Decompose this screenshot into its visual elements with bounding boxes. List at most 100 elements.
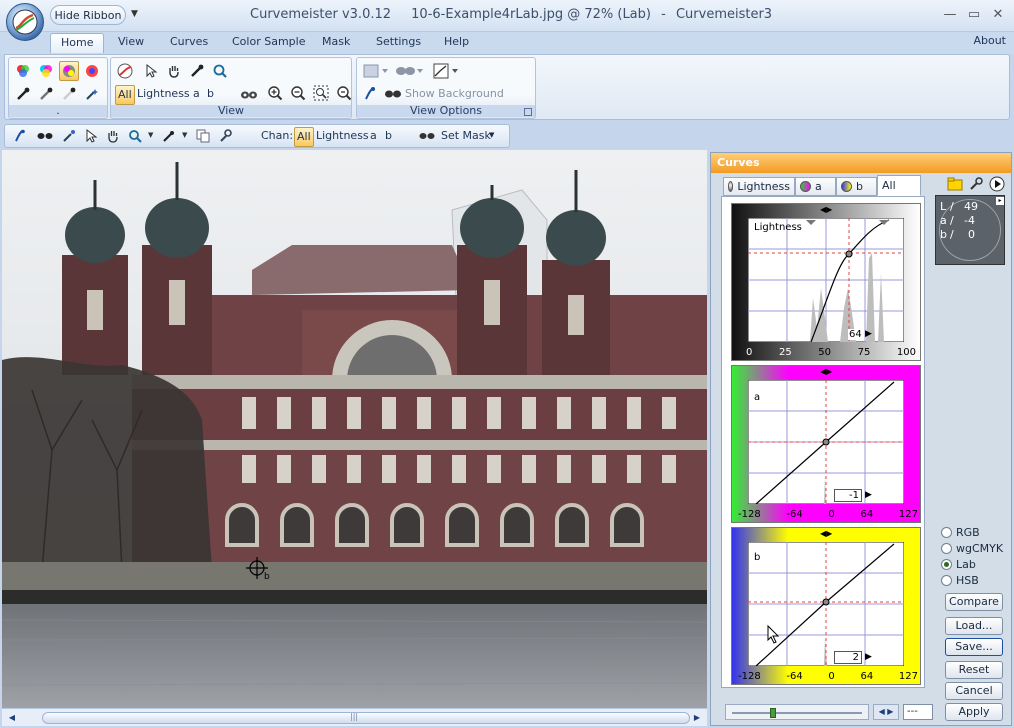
opacity-slider[interactable] bbox=[725, 704, 869, 720]
toolbar-channel-lightness[interactable]: Lightness bbox=[316, 127, 369, 145]
compare-button[interactable]: Compare bbox=[945, 593, 1003, 611]
view-channel-lightness[interactable]: Lightness bbox=[137, 85, 190, 103]
curve-tool-icon[interactable] bbox=[115, 61, 135, 81]
zoom-tool-icon-2[interactable] bbox=[125, 126, 145, 146]
step-arrows-icon[interactable]: ◀ ▶ bbox=[873, 704, 899, 720]
zoom-dropdown-icon[interactable]: ▼ bbox=[148, 131, 153, 139]
a-value-arrow-icon[interactable]: ▶ bbox=[865, 490, 872, 500]
a-top-slider-icon[interactable]: ◀▶ bbox=[820, 367, 832, 376]
curves-tab-lightness[interactable]: Lightness bbox=[723, 177, 795, 196]
curves-tab-b[interactable]: b bbox=[836, 177, 877, 196]
dialog-launcher-icon[interactable] bbox=[524, 108, 532, 116]
zoom-in-icon[interactable] bbox=[265, 83, 285, 103]
eyedropper-gray-icon[interactable] bbox=[36, 84, 56, 104]
copy-icon[interactable] bbox=[193, 126, 213, 146]
mask-icon[interactable] bbox=[35, 126, 55, 146]
save-button[interactable]: Save... bbox=[945, 638, 1003, 656]
about-link[interactable]: About bbox=[973, 34, 1006, 47]
apply-button[interactable]: Apply bbox=[945, 703, 1003, 721]
step-field[interactable]: --- bbox=[903, 704, 933, 720]
toolbar-channel-a[interactable]: a bbox=[370, 127, 377, 145]
image-canvas[interactable]: b bbox=[2, 150, 707, 708]
set-mask-dropdown-icon[interactable]: ▼ bbox=[489, 131, 494, 139]
eyedropper-black-icon[interactable] bbox=[13, 84, 33, 104]
scroll-right-icon[interactable]: ▶ bbox=[690, 711, 704, 725]
scroll-left-icon[interactable]: ◀ bbox=[5, 711, 19, 725]
a-value[interactable]: -1 bbox=[834, 489, 862, 502]
set-mask-icon[interactable] bbox=[417, 126, 437, 146]
cmyk-channels-icon[interactable] bbox=[36, 61, 56, 81]
lab-channels-icon[interactable] bbox=[59, 61, 79, 81]
auto-adjust-icon[interactable] bbox=[82, 84, 102, 104]
lightness-value-arrow-icon[interactable]: ▶ bbox=[865, 329, 872, 339]
zoom-tool-icon[interactable] bbox=[210, 61, 230, 81]
close-button[interactable]: ✕ bbox=[988, 6, 1008, 24]
tab-help[interactable]: Help bbox=[434, 33, 479, 53]
radio-rgb[interactable]: RGB bbox=[941, 525, 980, 539]
toolbar-channel-all[interactable]: All bbox=[294, 127, 314, 147]
set-mask-button[interactable]: Set Mask bbox=[441, 127, 491, 145]
zoom-actual-icon[interactable] bbox=[334, 83, 354, 103]
lightness-value[interactable]: 64 bbox=[848, 329, 863, 340]
radio-wgcmyk[interactable]: wgCMYK bbox=[941, 541, 1003, 555]
eyedropper-dropdown-icon[interactable]: ▼ bbox=[182, 131, 187, 139]
tab-curves[interactable]: Curves bbox=[160, 33, 218, 53]
radio-hsb[interactable]: HSB bbox=[941, 573, 979, 587]
b-value-arrow-icon[interactable]: ▶ bbox=[865, 652, 872, 662]
mask-view-icon[interactable] bbox=[239, 85, 259, 105]
horizontal-scrollbar[interactable]: ◀ ||| ▶ bbox=[2, 708, 707, 726]
hide-ribbon-button[interactable]: Hide Ribbon bbox=[50, 5, 126, 25]
tab-view[interactable]: View bbox=[108, 33, 154, 53]
tab-home[interactable]: Home bbox=[50, 33, 105, 53]
quick-access-dropdown-icon[interactable]: ▼ bbox=[131, 9, 138, 19]
lightness-top-slider-icon[interactable]: ◀▶ bbox=[820, 205, 832, 214]
radio-lab[interactable]: Lab bbox=[941, 557, 976, 571]
eyedropper-tool-icon-2[interactable] bbox=[159, 126, 179, 146]
settings-wrench-icon[interactable] bbox=[969, 177, 983, 194]
tab-settings[interactable]: Settings bbox=[366, 33, 431, 53]
hand-tool-icon-2[interactable] bbox=[103, 126, 123, 146]
mask-overlay-icon[interactable] bbox=[393, 61, 425, 81]
hsb-channels-icon[interactable] bbox=[82, 61, 102, 81]
minimize-button[interactable]: — bbox=[940, 6, 960, 24]
layer-preview-icon[interactable] bbox=[361, 61, 391, 81]
arrow-tool-icon[interactable] bbox=[81, 126, 101, 146]
toolbar-channel-b[interactable]: b bbox=[385, 127, 392, 145]
view-channel-a[interactable]: a bbox=[193, 85, 200, 103]
b-top-slider-icon[interactable]: ◀▶ bbox=[820, 529, 832, 538]
load-button[interactable]: Load... bbox=[945, 617, 1003, 635]
view-channel-b[interactable]: b bbox=[207, 85, 214, 103]
pointer-tool-icon[interactable] bbox=[141, 61, 161, 81]
readout-b-label: b bbox=[940, 228, 947, 241]
zoom-out-icon[interactable] bbox=[288, 83, 308, 103]
app-menu-orb[interactable] bbox=[6, 3, 44, 41]
auto-tool-icon[interactable] bbox=[59, 126, 79, 146]
pin-tool-icon[interactable] bbox=[361, 84, 381, 104]
hand-tool-icon[interactable] bbox=[164, 61, 184, 81]
lightness-curve-graph[interactable] bbox=[748, 218, 904, 342]
cancel-button[interactable]: Cancel bbox=[945, 682, 1003, 700]
tab-color-sample[interactable]: Color Sample bbox=[222, 33, 315, 53]
eyedropper-tool-icon[interactable] bbox=[187, 61, 207, 81]
scroll-thumb[interactable] bbox=[42, 712, 690, 724]
a-curve-graph[interactable] bbox=[748, 380, 904, 504]
histogram-toggle-icon[interactable] bbox=[431, 61, 461, 81]
folder-icon[interactable] bbox=[947, 177, 963, 194]
mask-view-icon-2[interactable] bbox=[383, 84, 403, 104]
reset-button[interactable]: Reset bbox=[945, 661, 1003, 679]
restore-button[interactable]: ▭ bbox=[964, 6, 984, 24]
rgb-channels-icon[interactable] bbox=[13, 61, 33, 81]
b-value[interactable]: 2 bbox=[834, 651, 862, 664]
eyedropper-white-icon[interactable] bbox=[59, 84, 79, 104]
curves-tab-all[interactable]: All bbox=[877, 175, 921, 196]
zoom-fit-icon[interactable] bbox=[311, 83, 331, 103]
wrench-icon[interactable] bbox=[215, 126, 235, 146]
pin-tool-icon-2[interactable] bbox=[11, 126, 31, 146]
slider-thumb[interactable] bbox=[770, 708, 776, 718]
curves-tab-a[interactable]: a bbox=[795, 177, 836, 196]
b-curve-graph[interactable] bbox=[748, 542, 904, 666]
tab-mask[interactable]: Mask bbox=[312, 33, 360, 53]
readout-expand-icon[interactable]: ▸ bbox=[996, 197, 1004, 205]
view-channel-all[interactable]: All bbox=[115, 85, 135, 105]
play-icon[interactable] bbox=[989, 176, 1005, 195]
